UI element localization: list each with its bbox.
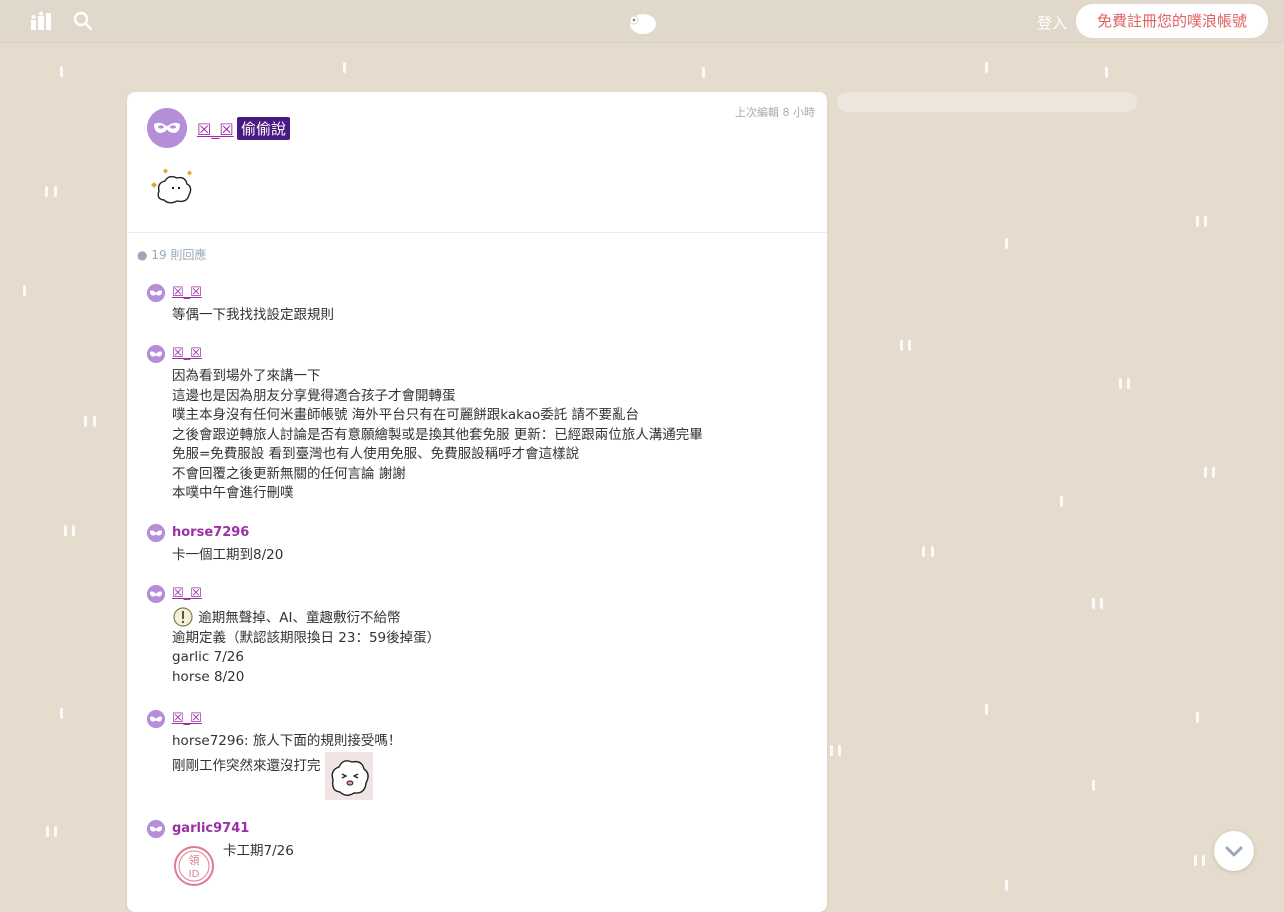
reply-text: 逾期無聲掉、AI、童趣敷衍不給幣 逾期定義（默認該期限換日 23：59後掉蛋） … bbox=[172, 607, 440, 687]
reply-text: 等偶一下我找找設定跟規則 bbox=[172, 307, 334, 323]
reply-author[interactable]: ☒_☒ bbox=[172, 285, 202, 300]
plurk-post-card: 上次編輯 8 小時 ☒_☒ 偷偷說 ● 19 則回應 ☒_☒ 等偶一下我找找設定… bbox=[127, 92, 827, 912]
whisper-badge: 偷偷說 bbox=[237, 117, 291, 140]
top-navigation-bar: 登入 免費註冊您的噗浪帳號 bbox=[0, 0, 1284, 42]
post-divider bbox=[127, 232, 827, 233]
masked-avatar-icon[interactable] bbox=[147, 345, 165, 363]
reply-count[interactable]: ● 19 則回應 bbox=[137, 246, 206, 263]
search-icon[interactable] bbox=[72, 11, 94, 31]
reply-text: 卡一個工期到8/20 bbox=[172, 547, 284, 563]
sticker-cloud-face-icon bbox=[324, 751, 373, 800]
masked-avatar-icon[interactable] bbox=[147, 524, 165, 542]
reply-author[interactable]: ☒_☒ bbox=[172, 586, 202, 601]
comment-bubble-icon: ● bbox=[137, 248, 148, 262]
reply-text: horse7296: 旅人下面的規則接受嗎！ 剛剛工作突然來還沒打完 bbox=[172, 732, 401, 800]
masked-avatar-icon[interactable] bbox=[147, 108, 187, 148]
reply-author[interactable]: ☒_☒ bbox=[172, 711, 202, 726]
reply-text: 領 ID 卡工期7/26 bbox=[172, 842, 294, 886]
reply-author[interactable]: ☒_☒ bbox=[172, 346, 202, 361]
signup-button[interactable]: 免費註冊您的噗浪帳號 bbox=[1076, 4, 1268, 38]
scroll-down-button[interactable] bbox=[1214, 831, 1254, 871]
reply-text: 因為看到場外了來講一下 這邊也是因為朋友分享覺得適合孩子才會開轉蛋 噗主本身沒有… bbox=[172, 368, 703, 501]
sticker-cloud-hearts-icon bbox=[151, 168, 192, 204]
id-stamp-icon: 領 ID bbox=[174, 846, 214, 886]
chevron-down-icon bbox=[1225, 846, 1243, 857]
svg-text:ID: ID bbox=[189, 869, 200, 880]
masked-avatar-icon[interactable] bbox=[147, 820, 165, 838]
masked-avatar-icon[interactable] bbox=[147, 710, 165, 728]
svg-text:領: 領 bbox=[189, 853, 200, 867]
login-link[interactable]: 登入 bbox=[1037, 12, 1067, 33]
explore-icon[interactable] bbox=[30, 11, 52, 31]
exclamation-emoticon-icon bbox=[173, 607, 193, 627]
post-author-name[interactable]: ☒_☒ bbox=[197, 120, 234, 139]
reply-author[interactable]: garlic9741 bbox=[172, 821, 249, 836]
plurk-logo-icon[interactable] bbox=[626, 10, 658, 36]
sidebar-placeholder bbox=[837, 92, 1137, 112]
masked-avatar-icon[interactable] bbox=[147, 585, 165, 603]
masked-avatar-icon[interactable] bbox=[147, 284, 165, 302]
reply-author[interactable]: horse7296 bbox=[172, 525, 249, 540]
edited-timestamp: 上次編輯 8 小時 bbox=[735, 106, 815, 119]
